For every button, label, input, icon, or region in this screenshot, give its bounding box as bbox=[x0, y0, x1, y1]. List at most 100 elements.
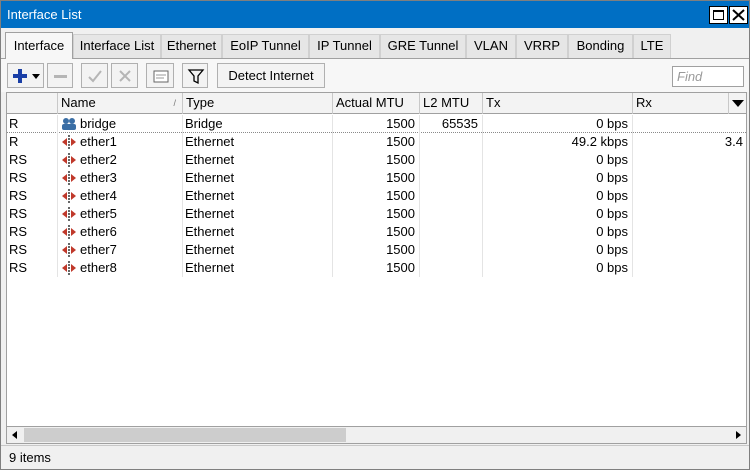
cell-tx: 0 bps bbox=[483, 223, 633, 241]
ethernet-icon bbox=[61, 225, 77, 239]
tab-ip-tunnel[interactable]: IP Tunnel bbox=[309, 34, 380, 58]
scroll-left-button[interactable] bbox=[7, 427, 24, 443]
scrollbar-thumb[interactable] bbox=[24, 428, 346, 442]
table-row[interactable]: RS ether3 Ethernet 1500 0 bps bbox=[7, 169, 746, 187]
cell-flags: R bbox=[7, 133, 58, 151]
remove-icon bbox=[54, 75, 67, 78]
scroll-right-button[interactable] bbox=[729, 427, 746, 443]
ethernet-icon bbox=[61, 261, 77, 275]
cell-mtu: 1500 bbox=[333, 169, 420, 187]
disable-button[interactable] bbox=[111, 63, 138, 88]
cell-rx bbox=[633, 115, 746, 133]
cell-name: ether7 bbox=[58, 241, 183, 259]
cell-type: Ethernet bbox=[183, 151, 333, 169]
remove-button[interactable] bbox=[47, 63, 73, 88]
column-header-tx[interactable]: Tx bbox=[483, 93, 633, 114]
cell-rx bbox=[633, 223, 746, 241]
interface-table: Name / Type Actual MTU L2 MTU Tx Rx Rbri… bbox=[6, 92, 747, 427]
cell-l2mtu bbox=[420, 259, 483, 277]
detect-internet-button[interactable]: Detect Internet bbox=[217, 63, 325, 88]
horizontal-scrollbar[interactable] bbox=[6, 427, 747, 444]
cell-mtu: 1500 bbox=[333, 205, 420, 223]
cell-l2mtu bbox=[420, 133, 483, 151]
cell-mtu: 1500 bbox=[333, 133, 420, 151]
table-row[interactable]: RS ether7 Ethernet 1500 0 bps bbox=[7, 241, 746, 259]
cell-l2mtu bbox=[420, 151, 483, 169]
cell-flags: RS bbox=[7, 187, 58, 205]
cell-tx: 0 bps bbox=[483, 115, 633, 133]
cell-rx bbox=[633, 169, 746, 187]
toolbar: Detect Internet bbox=[1, 58, 749, 92]
cell-tx: 0 bps bbox=[483, 151, 633, 169]
cell-type: Ethernet bbox=[183, 205, 333, 223]
column-header-name[interactable]: Name / bbox=[58, 93, 183, 114]
interface-list-window: Interface List Interface Interface List … bbox=[0, 0, 750, 470]
cell-flags: R bbox=[7, 115, 58, 133]
column-menu-button[interactable] bbox=[729, 93, 746, 114]
cell-type: Ethernet bbox=[183, 187, 333, 205]
cell-tx: 49.2 kbps bbox=[483, 133, 633, 151]
table-row[interactable]: RS ether8 Ethernet 1500 0 bps bbox=[7, 259, 746, 277]
column-header-l2-mtu[interactable]: L2 MTU bbox=[420, 93, 483, 114]
enable-button[interactable] bbox=[81, 63, 108, 88]
table-row[interactable]: RS ether4 Ethernet 1500 0 bps bbox=[7, 187, 746, 205]
table-row[interactable]: RS ether6 Ethernet 1500 0 bps bbox=[7, 223, 746, 241]
cell-type: Bridge bbox=[183, 115, 333, 133]
cell-mtu: 1500 bbox=[333, 115, 420, 133]
cell-type: Ethernet bbox=[183, 133, 333, 151]
table-row[interactable]: RS ether5 Ethernet 1500 0 bps bbox=[7, 205, 746, 223]
column-header-actual-mtu[interactable]: Actual MTU bbox=[333, 93, 420, 114]
tab-bonding[interactable]: Bonding bbox=[568, 34, 633, 58]
cell-rx: 3.4 bbox=[633, 133, 746, 151]
interface-name: bridge bbox=[80, 116, 117, 131]
cell-tx: 0 bps bbox=[483, 205, 633, 223]
cell-l2mtu bbox=[420, 223, 483, 241]
cell-rx bbox=[633, 187, 746, 205]
title-bar[interactable]: Interface List bbox=[1, 1, 749, 28]
interface-name: ether8 bbox=[80, 260, 117, 275]
tab-vrrp[interactable]: VRRP bbox=[516, 34, 568, 58]
ethernet-icon bbox=[61, 135, 77, 149]
table-row[interactable]: Rether1 Ethernet 1500 49.2 kbps 3.4 bbox=[7, 133, 746, 151]
tab-interface[interactable]: Interface bbox=[5, 32, 73, 59]
add-icon bbox=[13, 69, 40, 83]
close-icon bbox=[732, 9, 745, 21]
tab-lte[interactable]: LTE bbox=[633, 34, 671, 58]
cell-l2mtu bbox=[420, 187, 483, 205]
cell-name: ether1 bbox=[58, 133, 183, 151]
table-row[interactable]: Rbridge Bridge 1500 65535 0 bps bbox=[7, 115, 746, 133]
interface-name: ether5 bbox=[80, 206, 117, 221]
cell-name: ether5 bbox=[58, 205, 183, 223]
comment-icon bbox=[153, 70, 169, 83]
cell-type: Ethernet bbox=[183, 223, 333, 241]
cell-flags: RS bbox=[7, 151, 58, 169]
tab-vlan[interactable]: VLAN bbox=[466, 34, 516, 58]
cell-rx bbox=[633, 241, 746, 259]
find-input[interactable] bbox=[672, 66, 744, 87]
ethernet-icon bbox=[61, 207, 77, 221]
cell-tx: 0 bps bbox=[483, 241, 633, 259]
table-row[interactable]: RS ether2 Ethernet 1500 0 bps bbox=[7, 151, 746, 169]
comment-button[interactable] bbox=[146, 63, 174, 88]
cell-tx: 0 bps bbox=[483, 259, 633, 277]
add-button[interactable] bbox=[7, 63, 44, 88]
tab-gre-tunnel[interactable]: GRE Tunnel bbox=[380, 34, 466, 58]
tab-interface-list[interactable]: Interface List bbox=[73, 34, 161, 58]
filter-button[interactable] bbox=[182, 63, 208, 88]
cell-l2mtu: 65535 bbox=[420, 115, 483, 133]
interface-name: ether7 bbox=[80, 242, 117, 257]
maximize-icon bbox=[713, 10, 724, 20]
close-button[interactable] bbox=[729, 6, 748, 24]
ethernet-icon bbox=[61, 153, 77, 167]
tab-ethernet[interactable]: Ethernet bbox=[161, 34, 222, 58]
interface-name: ether3 bbox=[80, 170, 117, 185]
column-header-type[interactable]: Type bbox=[183, 93, 333, 114]
tab-eoip-tunnel[interactable]: EoIP Tunnel bbox=[222, 34, 309, 58]
column-header-rx[interactable]: Rx bbox=[633, 93, 729, 114]
maximize-button[interactable] bbox=[709, 6, 728, 24]
cell-name: ether4 bbox=[58, 187, 183, 205]
cell-l2mtu bbox=[420, 205, 483, 223]
cell-type: Ethernet bbox=[183, 241, 333, 259]
cell-flags: RS bbox=[7, 241, 58, 259]
column-header-flags[interactable] bbox=[7, 93, 58, 114]
